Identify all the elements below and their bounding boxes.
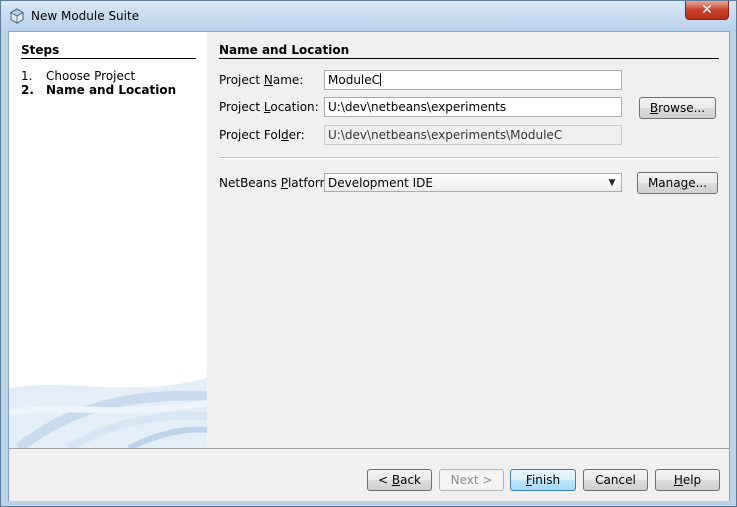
project-location-input[interactable]: U:\dev\netbeans\experiments — [324, 97, 622, 117]
window-title: New Module Suite — [31, 9, 140, 23]
dialog-window: New Module Suite ✕ Steps 1. Choose Projec… — [0, 0, 737, 507]
section-title: Name and Location — [219, 43, 350, 57]
chevron-down-icon: ▼ — [608, 178, 616, 188]
help-button[interactable]: Help — [655, 469, 720, 491]
platform-value: Development IDE — [328, 176, 433, 190]
steps-panel: Steps 1. Choose Project 2. Name and Locati… — [9, 32, 207, 448]
next-button[interactable]: Next > — [439, 469, 504, 491]
decorative-swoosh-graphic — [9, 378, 207, 448]
netbeans-cube-icon — [10, 8, 24, 24]
title-bar[interactable]: New Module Suite ✕ — [1, 1, 736, 31]
project-name-label: Project Name: — [219, 73, 304, 87]
project-location-value: U:\dev\netbeans\experiments — [328, 100, 507, 114]
close-button[interactable]: ✕ — [685, 1, 729, 20]
step-label: Choose Project — [46, 69, 136, 83]
back-button[interactable]: < Back — [367, 469, 432, 491]
finish-button[interactable]: Finish — [510, 469, 576, 491]
close-icon: ✕ — [701, 2, 713, 18]
project-folder-value: U:\dev\netbeans\experiments\ModuleC — [328, 128, 563, 142]
platform-select[interactable]: Development IDE ▼ — [324, 173, 622, 192]
section-divider — [219, 58, 719, 59]
step-number: 1. — [21, 69, 33, 83]
project-name-value: ModuleC — [328, 73, 381, 87]
platform-label: NetBeans Platform: — [219, 176, 336, 190]
step-name-and-location: 2. Name and Location — [21, 83, 176, 97]
manage-button[interactable]: Manage... — [637, 172, 718, 194]
project-folder-field: U:\dev\netbeans\experiments\ModuleC — [324, 125, 622, 145]
dialog-content: Steps 1. Choose Project 2. Name and Locati… — [8, 31, 730, 501]
step-choose-project: 1. Choose Project — [21, 69, 135, 83]
form-divider — [219, 157, 719, 159]
step-label: Name and Location — [46, 83, 177, 97]
text-caret — [380, 73, 382, 86]
project-location-label: Project Location: — [219, 100, 319, 114]
browse-button[interactable]: Browse... — [639, 97, 716, 119]
project-folder-label: Project Folder: — [219, 128, 305, 142]
project-name-input[interactable]: ModuleC — [324, 70, 622, 90]
step-number: 2. — [21, 83, 34, 97]
main-panel: Name and Location Project Name: ModuleC … — [207, 32, 729, 448]
cancel-button[interactable]: Cancel — [583, 469, 648, 491]
steps-divider — [21, 58, 196, 59]
button-bar: < Back Next > Finish Cancel Help — [9, 448, 729, 501]
steps-heading: Steps — [21, 43, 60, 57]
